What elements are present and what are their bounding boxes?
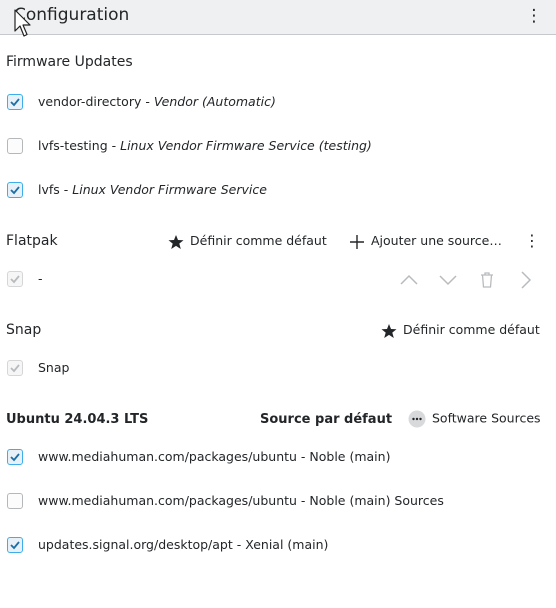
firmware-source-row[interactable]: vendor-directory - Vendor (Automatic) xyxy=(0,89,556,115)
checkbox[interactable] xyxy=(7,94,23,110)
star-icon xyxy=(168,234,184,249)
checkbox[interactable] xyxy=(7,138,23,154)
flatpak-section-title: Flatpak xyxy=(6,233,58,249)
source-label: Snap xyxy=(38,360,70,375)
software-sources-button[interactable]: Software Sources xyxy=(408,410,541,428)
firmware-source-row[interactable]: lvfs - Linux Vendor Firmware Service xyxy=(0,177,556,203)
ubuntu-source-row[interactable]: www.mediahuman.com/packages/ubuntu - Nob… xyxy=(0,488,556,514)
source-label: - xyxy=(38,271,43,286)
source-label: lvfs-testing - Linux Vendor Firmware Ser… xyxy=(38,138,372,153)
flatpak-source-row: - xyxy=(0,266,556,292)
firmware-source-row[interactable]: lvfs-testing - Linux Vendor Firmware Ser… xyxy=(0,133,556,159)
star-icon xyxy=(381,323,397,338)
add-source-button[interactable]: Ajouter une source… xyxy=(349,233,502,250)
source-label: lvfs - Linux Vendor Firmware Service xyxy=(38,182,267,197)
source-label: updates.signal.org/desktop/apt - Xenial … xyxy=(38,537,329,552)
snap-set-default-button[interactable]: Définir comme défaut xyxy=(381,322,540,339)
source-label: www.mediahuman.com/packages/ubuntu - Nob… xyxy=(38,493,444,508)
chevron-right-icon[interactable] xyxy=(515,269,537,291)
checkbox[interactable] xyxy=(7,449,23,465)
source-label: www.mediahuman.com/packages/ubuntu - Nob… xyxy=(38,449,391,464)
move-down-chevron-icon[interactable] xyxy=(437,269,459,291)
snap-section-title: Snap xyxy=(6,322,42,338)
checkbox xyxy=(7,360,23,376)
trash-icon[interactable] xyxy=(476,269,498,291)
checkbox[interactable] xyxy=(7,537,23,553)
checkbox[interactable] xyxy=(7,182,23,198)
default-source-label: Source par défaut xyxy=(260,412,393,427)
header-bar: Configuration ⋮ xyxy=(0,0,556,35)
source-label: vendor-directory - Vendor (Automatic) xyxy=(38,94,276,109)
checkbox xyxy=(7,271,23,287)
more-options-icon xyxy=(408,410,426,428)
ubuntu-section-title: Ubuntu 24.04.3 LTS xyxy=(6,412,149,427)
ubuntu-source-row[interactable]: www.mediahuman.com/packages/ubuntu - Nob… xyxy=(0,444,556,470)
flatpak-set-default-button[interactable]: Définir comme défaut xyxy=(168,233,327,250)
checkbox[interactable] xyxy=(7,493,23,509)
page-title: Configuration xyxy=(14,5,130,25)
kebab-menu-icon[interactable]: ⋮ xyxy=(524,5,544,27)
move-up-chevron-icon[interactable] xyxy=(398,269,420,291)
flatpak-kebab-menu-icon[interactable]: ⋮ xyxy=(524,231,540,250)
plus-icon xyxy=(350,234,364,249)
ubuntu-source-row[interactable]: updates.signal.org/desktop/apt - Xenial … xyxy=(0,532,556,558)
firmware-section-title: Firmware Updates xyxy=(6,54,133,70)
snap-source-row: Snap xyxy=(0,355,556,381)
